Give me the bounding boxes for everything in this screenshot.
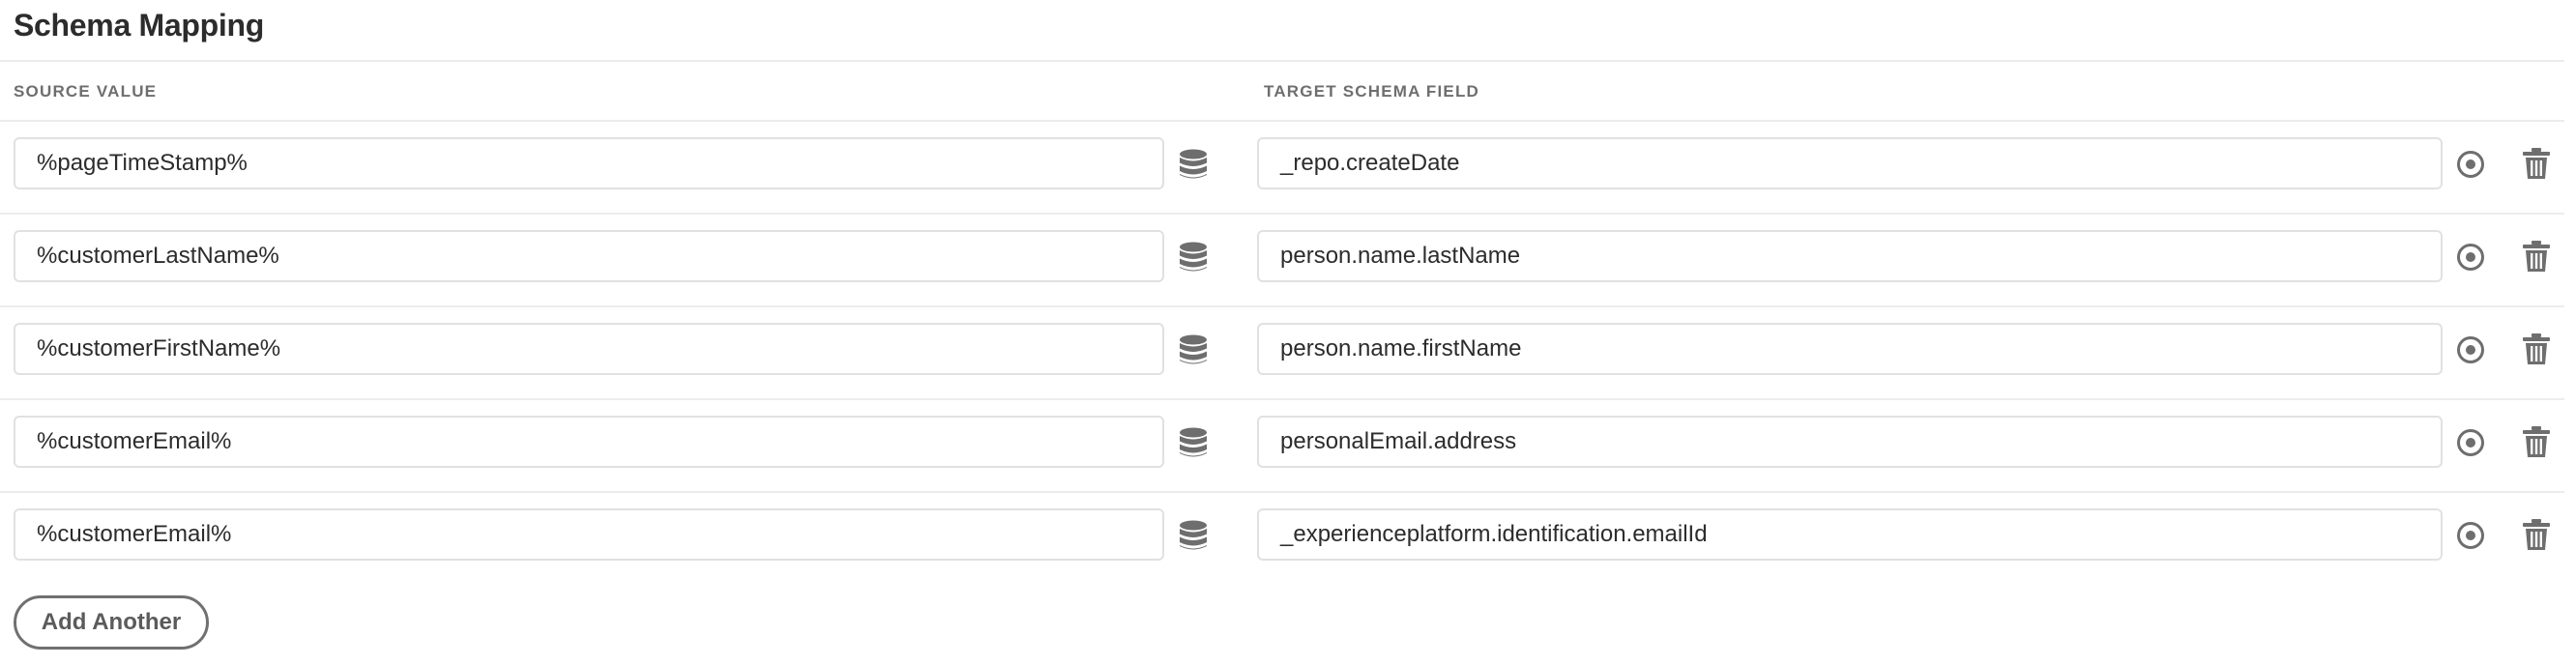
source-value-input[interactable]: %pageTimeStamp% xyxy=(14,137,1164,189)
schema-mapping-panel: Schema Mapping Source Value Target Schem… xyxy=(0,0,2576,665)
mapping-row: %customerLastName% person.name.lastName xyxy=(0,215,2564,307)
source-value-header: Source Value xyxy=(14,82,158,101)
trash-icon[interactable] xyxy=(2522,332,2551,365)
target-icon[interactable] xyxy=(2455,242,2486,273)
mapping-row: %pageTimeStamp% _repo.createDate xyxy=(0,122,2564,215)
source-value-input[interactable]: %customerEmail% xyxy=(14,416,1164,468)
trash-icon[interactable] xyxy=(2522,425,2551,458)
add-another-button[interactable]: Add Another xyxy=(14,595,209,650)
section-title: Schema Mapping xyxy=(14,8,264,43)
database-icon[interactable] xyxy=(1179,427,1208,458)
mapping-row: %customerEmail% _experienceplatform.iden… xyxy=(0,493,2564,586)
database-icon[interactable] xyxy=(1179,149,1208,180)
title-divider xyxy=(0,60,2564,62)
trash-icon[interactable] xyxy=(2522,518,2551,551)
database-icon[interactable] xyxy=(1179,520,1208,551)
target-schema-field-input[interactable]: personalEmail.address xyxy=(1257,416,2443,468)
target-icon[interactable] xyxy=(2455,149,2486,180)
database-icon[interactable] xyxy=(1179,242,1208,273)
target-schema-field-input[interactable]: _experienceplatform.identification.email… xyxy=(1257,508,2443,561)
target-schema-field-input[interactable]: person.name.lastName xyxy=(1257,230,2443,282)
target-schema-field-input[interactable]: person.name.firstName xyxy=(1257,323,2443,375)
target-icon[interactable] xyxy=(2455,334,2486,365)
target-schema-field-input[interactable]: _repo.createDate xyxy=(1257,137,2443,189)
source-value-input[interactable]: %customerFirstName% xyxy=(14,323,1164,375)
source-value-input[interactable]: %customerLastName% xyxy=(14,230,1164,282)
mapping-row: %customerFirstName% person.name.firstNam… xyxy=(0,307,2564,400)
mapping-row: %customerEmail% personalEmail.address xyxy=(0,400,2564,493)
trash-icon[interactable] xyxy=(2522,240,2551,273)
target-icon[interactable] xyxy=(2455,427,2486,458)
source-value-input[interactable]: %customerEmail% xyxy=(14,508,1164,561)
database-icon[interactable] xyxy=(1179,334,1208,365)
target-schema-field-header: Target Schema Field xyxy=(1264,82,1480,101)
trash-icon[interactable] xyxy=(2522,147,2551,180)
target-icon[interactable] xyxy=(2455,520,2486,551)
